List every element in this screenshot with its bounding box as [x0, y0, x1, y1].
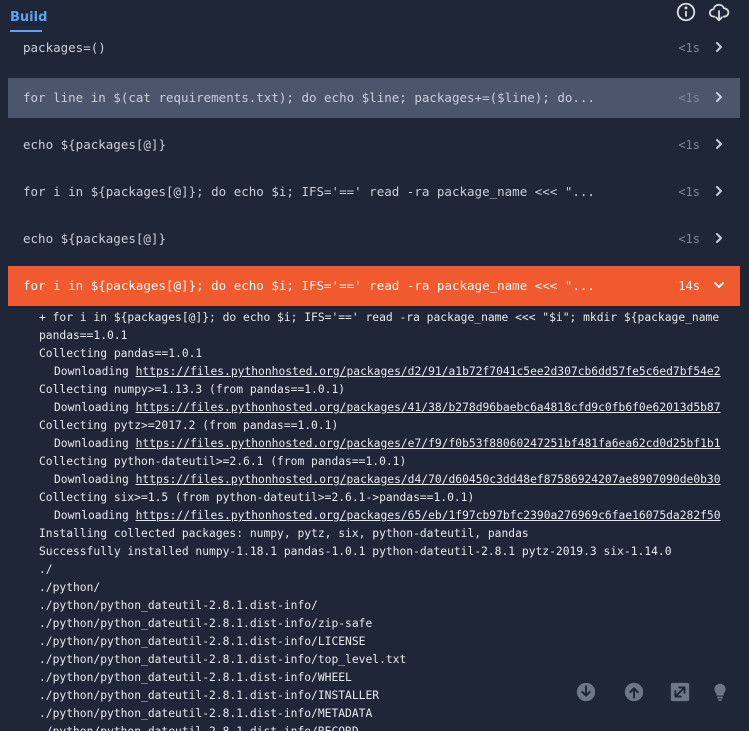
step-command: for i in ${packages[@]}; do echo $i; IFS…	[23, 184, 595, 199]
log-line: ./python/	[39, 581, 101, 594]
chevron-right-icon[interactable]	[712, 231, 726, 245]
log-line: ./python/python_dateutil-2.8.1.dist-info…	[39, 671, 352, 684]
step-duration: <1s	[678, 41, 700, 55]
tab-build[interactable]: Build	[10, 10, 47, 25]
build-step-row[interactable]: echo ${packages[@]} <1s	[8, 125, 740, 165]
log-link[interactable]: https://files.pythonhosted.org/packages/…	[136, 509, 721, 522]
build-step-row[interactable]: packages=() <1s	[8, 28, 740, 68]
build-step-row[interactable]: for i in ${packages[@]}; do echo $i; IFS…	[8, 266, 740, 306]
log-line: Installing collected packages: numpy, py…	[39, 527, 529, 540]
log-line: Downloading https://files.pythonhosted.o…	[54, 471, 721, 489]
log-link[interactable]: https://files.pythonhosted.org/packages/…	[136, 437, 721, 450]
step-duration: <1s	[678, 138, 700, 152]
log-line: ./	[39, 563, 53, 576]
log-line: ./python/python_dateutil-2.8.1.dist-info…	[39, 617, 373, 630]
scroll-up-button[interactable]	[623, 681, 645, 703]
log-prefix: Downloading	[54, 473, 136, 486]
scroll-down-button[interactable]	[575, 681, 597, 703]
log-link[interactable]: https://files.pythonhosted.org/packages/…	[136, 401, 721, 414]
log-line: + for i in ${packages[@]}; do echo $i; I…	[39, 311, 720, 324]
log-line: Downloading https://files.pythonhosted.o…	[54, 363, 721, 381]
step-duration: <1s	[678, 232, 700, 246]
step-duration: <1s	[678, 91, 700, 105]
hint-button[interactable]	[709, 681, 731, 703]
lightbulb-icon	[714, 683, 726, 701]
log-line: Downloading https://files.pythonhosted.o…	[54, 507, 721, 525]
log-line: Collecting pytz>=2017.2 (from pandas==1.…	[39, 419, 339, 432]
log-line: Downloading https://files.pythonhosted.o…	[54, 435, 721, 453]
chevron-right-icon[interactable]	[712, 40, 726, 54]
build-step-row[interactable]: echo ${packages[@]} <1s	[8, 219, 740, 259]
log-line: Collecting python-dateutil>=2.6.1 (from …	[39, 455, 407, 468]
step-command: echo ${packages[@]}	[23, 137, 166, 152]
log-prefix: Downloading	[54, 509, 136, 522]
step-command: for i in ${packages[@]}; do echo $i; IFS…	[23, 278, 595, 293]
log-line: Collecting six>=1.5 (from python-dateuti…	[39, 491, 475, 504]
log-line: ./python/python_dateutil-2.8.1.dist-info…	[39, 689, 380, 702]
chevron-down-icon[interactable]	[712, 278, 726, 292]
log-link[interactable]: https://files.pythonhosted.org/packages/…	[136, 473, 721, 486]
log-line: Successfully installed numpy-1.18.1 pand…	[39, 545, 672, 558]
log-line: ./python/python_dateutil-2.8.1.dist-info…	[39, 723, 359, 731]
log-line: Collecting pandas==1.0.1	[39, 347, 203, 360]
build-log-output: + for i in ${packages[@]}; do echo $i; I…	[0, 308, 749, 731]
expand-icon	[670, 682, 690, 702]
step-duration: <1s	[678, 185, 700, 199]
arrow-down-circle-icon	[576, 682, 596, 702]
chevron-right-icon[interactable]	[712, 90, 726, 104]
step-command: echo ${packages[@]}	[23, 231, 166, 246]
cloud-download-icon[interactable]	[708, 1, 730, 23]
log-line: Collecting numpy>=1.13.3 (from pandas==1…	[39, 383, 346, 396]
log-line: ./python/python_dateutil-2.8.1.dist-info…	[39, 635, 366, 648]
step-command: for line in $(cat requirements.txt); do …	[23, 90, 595, 105]
log-line: ./python/python_dateutil-2.8.1.dist-info…	[39, 707, 373, 720]
log-prefix: Downloading	[54, 437, 136, 450]
step-command: packages=()	[23, 40, 106, 55]
log-line: pandas==1.0.1	[39, 329, 128, 342]
build-step-row[interactable]: for line in $(cat requirements.txt); do …	[8, 78, 740, 118]
step-duration: 14s	[678, 279, 700, 293]
log-line: Downloading https://files.pythonhosted.o…	[54, 399, 721, 417]
chevron-right-icon[interactable]	[712, 184, 726, 198]
log-line: ./python/python_dateutil-2.8.1.dist-info…	[39, 599, 318, 612]
log-line: ./python/python_dateutil-2.8.1.dist-info…	[39, 653, 407, 666]
info-icon[interactable]	[675, 1, 697, 23]
log-prefix: Downloading	[54, 401, 136, 414]
log-prefix: Downloading	[54, 365, 136, 378]
arrow-up-circle-icon	[624, 682, 644, 702]
log-link[interactable]: https://files.pythonhosted.org/packages/…	[136, 365, 721, 378]
chevron-right-icon[interactable]	[712, 137, 726, 151]
build-step-row[interactable]: for i in ${packages[@]}; do echo $i; IFS…	[8, 172, 740, 212]
expand-button[interactable]	[669, 681, 691, 703]
